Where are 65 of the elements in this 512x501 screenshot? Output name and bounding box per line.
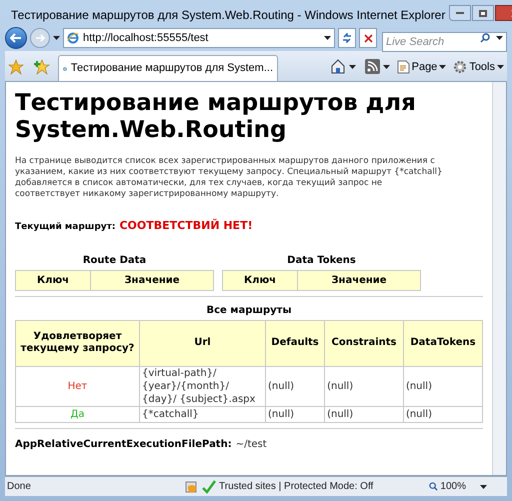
column-header: Constraints [324,320,404,366]
address-caret-icon[interactable] [324,36,331,40]
search-caret-icon[interactable] [496,36,503,40]
table-cell: {virtual-path}/ {year}/{month}/ {day}/ {subject}.aspx [140,366,266,406]
history-caret-icon[interactable] [53,36,60,40]
feed-icon[interactable] [364,59,380,74]
table-cell: (null) [403,366,482,406]
window-title: Тестирование маршрутов для System.Web.Routing - Windows Internet Explorer [11,7,446,24]
feed-caret-icon[interactable] [382,64,390,69]
checkmark-icon [202,480,216,494]
home-icon[interactable] [330,59,346,74]
maximize-button[interactable] [472,5,494,21]
refresh-button[interactable] [338,28,356,48]
favorites-star-icon[interactable] [8,59,24,75]
status-text: Done [6,480,32,494]
security-zone: Trusted sites | Protected Mode: Off [219,480,374,494]
column-header: Удовлетворяет текущему запросу? [16,320,140,366]
table-title: Все маршруты [206,304,292,318]
table-cell: {*catchall} [140,406,266,422]
page-description: На странице выводится список всех зарегистрированных маршрутов данного приложения с указанием, какие из них соответствуют текущему запросу. Специальный маршрут {*catchall} добавляется в список автоматически, для тех случаев, когда текущий запрос не соответствует никакому зарегистрированному маршруту. [15,156,444,200]
table-cell: Да [16,406,140,422]
column-header: Url [140,320,266,366]
minimize-button[interactable] [449,5,472,21]
column-header: DataTokens [403,320,482,366]
search-field[interactable]: Live Search [382,32,507,52]
back-button[interactable] [5,27,27,49]
page-caret-icon[interactable] [439,64,446,69]
forward-arrow-icon [35,34,45,42]
column-header: Значение [90,270,214,290]
page-icon [396,60,410,74]
page-menu-button[interactable]: Page [396,58,446,75]
stop-icon [364,34,372,42]
path-value: ~/test [236,438,267,452]
back-arrow-icon [10,33,22,43]
add-favorite-icon[interactable] [34,59,50,75]
address-field[interactable]: http://localhost:55555/test [63,28,335,48]
table-cell: (null) [403,406,482,422]
column-header: Ключ [222,270,298,290]
gear-icon [453,60,468,74]
table-cell: Нет [16,366,140,406]
current-route-value: СООТВЕТСТВИЙ НЕТ! [119,218,253,234]
column-header: Defaults [266,320,325,366]
tools-menu-button[interactable]: Tools [453,58,504,75]
browser-icon [67,32,79,44]
path-label: AppRelativeCurrentExecutionFilePath: [15,438,232,452]
zoom-button[interactable]: 100% [429,479,507,494]
table-title: Data Tokens [287,254,356,268]
magnifier-icon [429,482,438,491]
table-title: Route Data [82,254,146,268]
table-cell: (null) [266,366,325,406]
search-icon[interactable] [480,33,490,43]
zoom-caret-icon[interactable] [480,484,487,488]
column-header: Ключ [16,270,90,290]
table-cell: (null) [324,366,404,406]
browser-tab[interactable]: Тестирование маршрутов для System... [58,55,278,81]
tools-caret-icon[interactable] [497,64,504,69]
shield-icon [185,480,199,494]
column-header: Значение [298,270,420,290]
table-cell: (null) [324,406,404,422]
current-route-label: Текущий маршрут: [15,221,116,234]
table-cell: (null) [266,406,325,422]
refresh-icon [342,33,352,43]
stop-button[interactable] [359,28,377,48]
home-caret-icon[interactable] [348,64,356,69]
page-heading: Тестирование маршрутов для System.Web.Routing [15,90,417,144]
